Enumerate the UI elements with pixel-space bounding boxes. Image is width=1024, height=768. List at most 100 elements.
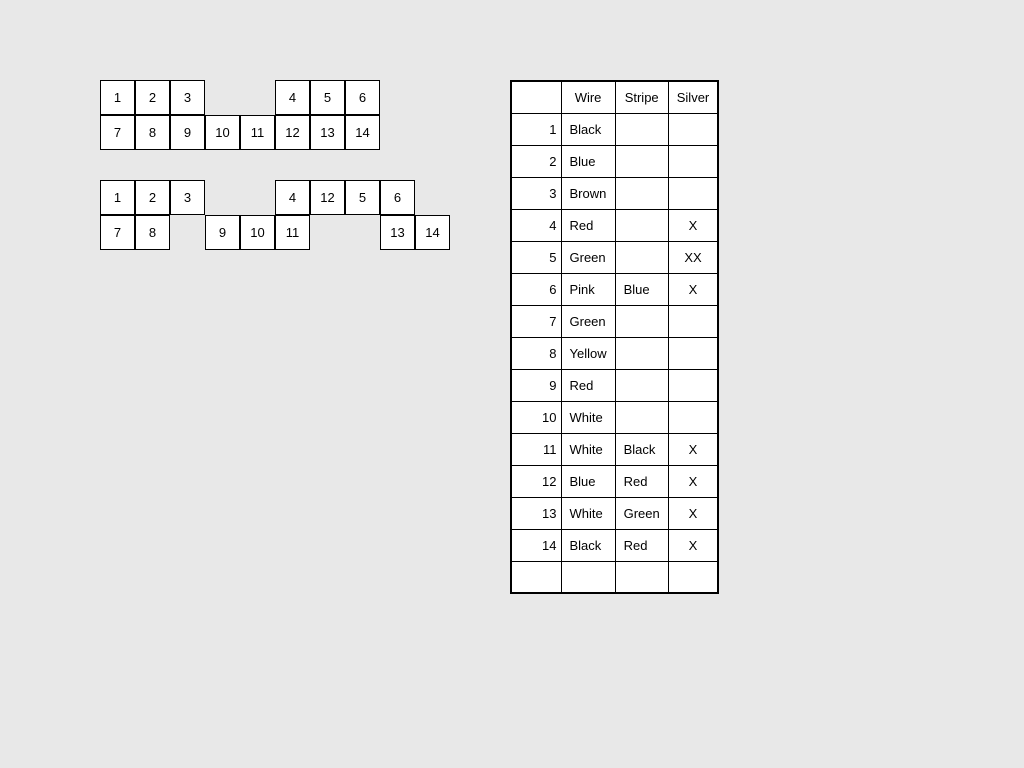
header-wire: Wire bbox=[561, 81, 615, 113]
pin-1-3: 3 bbox=[170, 80, 205, 115]
pin-1-5: 5 bbox=[310, 80, 345, 115]
cell-silver-3: X bbox=[668, 209, 718, 241]
cell-num-10: 11 bbox=[511, 433, 561, 465]
cell-num-13: 14 bbox=[511, 529, 561, 561]
table-row bbox=[511, 561, 718, 593]
cell-stripe-2 bbox=[615, 177, 668, 209]
cell-wire-6: Green bbox=[561, 305, 615, 337]
header-num bbox=[511, 81, 561, 113]
pin-2-8: 8 bbox=[135, 215, 170, 250]
cell-stripe-11: Red bbox=[615, 465, 668, 497]
cell-silver-14 bbox=[668, 561, 718, 593]
table-row: 2Blue bbox=[511, 145, 718, 177]
pin-2-7: 7 bbox=[100, 215, 135, 250]
connector2: 1 2 3 4 12 5 6 7 8 9 10 11 13 14 bbox=[100, 180, 450, 250]
cell-wire-1: Blue bbox=[561, 145, 615, 177]
table-row: 8Yellow bbox=[511, 337, 718, 369]
cell-stripe-8 bbox=[615, 369, 668, 401]
table-row: 12BlueRedX bbox=[511, 465, 718, 497]
cell-wire-3: Red bbox=[561, 209, 615, 241]
cell-silver-0 bbox=[668, 113, 718, 145]
pin-2-12: 12 bbox=[310, 180, 345, 215]
cell-silver-11: X bbox=[668, 465, 718, 497]
connector1: 1 2 3 4 5 6 7 8 9 10 11 12 13 14 bbox=[100, 80, 450, 150]
cell-num-5: 6 bbox=[511, 273, 561, 305]
table-row: 14BlackRedX bbox=[511, 529, 718, 561]
table-row: 10White bbox=[511, 401, 718, 433]
pin-1-14: 14 bbox=[345, 115, 380, 150]
cell-silver-13: X bbox=[668, 529, 718, 561]
table-row: 3Brown bbox=[511, 177, 718, 209]
pin-2-10: 10 bbox=[240, 215, 275, 250]
pin-gap-1 bbox=[205, 80, 240, 115]
pin-1-8: 8 bbox=[135, 115, 170, 150]
cell-silver-4: XX bbox=[668, 241, 718, 273]
pin-2-6: 6 bbox=[380, 180, 415, 215]
cell-num-0: 1 bbox=[511, 113, 561, 145]
table-row: 7Green bbox=[511, 305, 718, 337]
cell-stripe-6 bbox=[615, 305, 668, 337]
table-row: 9Red bbox=[511, 369, 718, 401]
pin-2-13: 13 bbox=[380, 215, 415, 250]
cell-stripe-14 bbox=[615, 561, 668, 593]
cell-num-7: 8 bbox=[511, 337, 561, 369]
cell-silver-5: X bbox=[668, 273, 718, 305]
pin-2-4: 4 bbox=[275, 180, 310, 215]
cell-wire-13: Black bbox=[561, 529, 615, 561]
pin-2-9: 9 bbox=[205, 215, 240, 250]
pin-gap-3 bbox=[205, 180, 240, 215]
pin-gap-4 bbox=[240, 180, 275, 215]
cell-silver-7 bbox=[668, 337, 718, 369]
pin-1-6: 6 bbox=[345, 80, 380, 115]
cell-num-12: 13 bbox=[511, 497, 561, 529]
wire-table-container: Wire Stripe Silver 1Black2Blue3Brown4Red… bbox=[510, 80, 719, 594]
pin-1-2: 2 bbox=[135, 80, 170, 115]
cell-stripe-4 bbox=[615, 241, 668, 273]
cell-num-2: 3 bbox=[511, 177, 561, 209]
cell-wire-10: White bbox=[561, 433, 615, 465]
pin-1-13: 13 bbox=[310, 115, 345, 150]
pin-2-5: 5 bbox=[345, 180, 380, 215]
pin-gap-5 bbox=[170, 215, 205, 250]
table-row: 13WhiteGreenX bbox=[511, 497, 718, 529]
cell-stripe-5: Blue bbox=[615, 273, 668, 305]
cell-stripe-7 bbox=[615, 337, 668, 369]
cell-wire-9: White bbox=[561, 401, 615, 433]
cell-num-6: 7 bbox=[511, 305, 561, 337]
pin-1-1: 1 bbox=[100, 80, 135, 115]
cell-num-1: 2 bbox=[511, 145, 561, 177]
pin-gap-2 bbox=[240, 80, 275, 115]
cell-silver-9 bbox=[668, 401, 718, 433]
pin-gap-6 bbox=[310, 215, 345, 250]
pin-2-3: 3 bbox=[170, 180, 205, 215]
cell-num-8: 9 bbox=[511, 369, 561, 401]
cell-stripe-12: Green bbox=[615, 497, 668, 529]
pin-1-10: 10 bbox=[205, 115, 240, 150]
cell-silver-2 bbox=[668, 177, 718, 209]
cell-num-4: 5 bbox=[511, 241, 561, 273]
pin-2-11: 11 bbox=[275, 215, 310, 250]
table-row: 11WhiteBlackX bbox=[511, 433, 718, 465]
cell-stripe-13: Red bbox=[615, 529, 668, 561]
cell-stripe-10: Black bbox=[615, 433, 668, 465]
table-row: 5GreenXX bbox=[511, 241, 718, 273]
table-row: 4RedX bbox=[511, 209, 718, 241]
cell-wire-11: Blue bbox=[561, 465, 615, 497]
connector1-row2: 7 8 9 10 11 12 13 14 bbox=[100, 115, 450, 150]
cell-num-9: 10 bbox=[511, 401, 561, 433]
connector1-row1: 1 2 3 4 5 6 bbox=[100, 80, 450, 115]
cell-wire-14 bbox=[561, 561, 615, 593]
cell-wire-8: Red bbox=[561, 369, 615, 401]
table-row: 6PinkBlueX bbox=[511, 273, 718, 305]
cell-silver-1 bbox=[668, 145, 718, 177]
cell-stripe-1 bbox=[615, 145, 668, 177]
connector2-row2: 7 8 9 10 11 13 14 bbox=[100, 215, 450, 250]
pin-1-11: 11 bbox=[240, 115, 275, 150]
pin-1-12: 12 bbox=[275, 115, 310, 150]
table-header-row: Wire Stripe Silver bbox=[511, 81, 718, 113]
pin-1-4: 4 bbox=[275, 80, 310, 115]
pin-2-1: 1 bbox=[100, 180, 135, 215]
cell-wire-5: Pink bbox=[561, 273, 615, 305]
cell-num-14 bbox=[511, 561, 561, 593]
wire-table: Wire Stripe Silver 1Black2Blue3Brown4Red… bbox=[510, 80, 719, 594]
